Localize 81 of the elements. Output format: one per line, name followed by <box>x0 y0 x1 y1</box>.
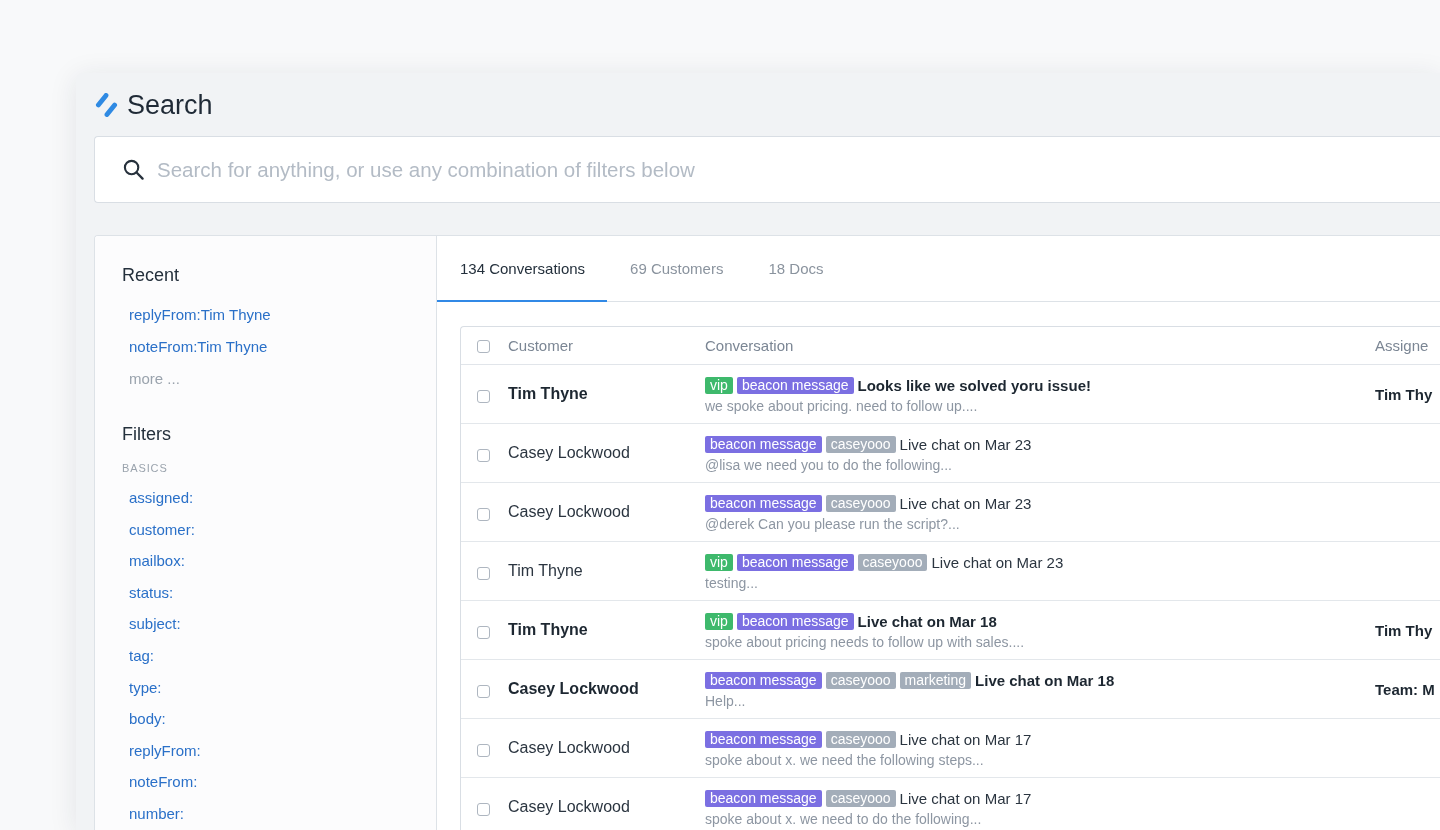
customer-name: Casey Lockwood <box>508 503 630 521</box>
tag: marketing <box>899 671 972 689</box>
row-checkbox[interactable] <box>477 449 490 462</box>
tag: beacon message <box>736 612 854 630</box>
customer-name: Casey Lockwood <box>508 798 630 816</box>
conversation-preview: spoke about x. we need the following steps... <box>705 751 984 769</box>
search-icon <box>123 159 144 180</box>
tag: caseyooo <box>825 730 896 748</box>
row-checkbox[interactable] <box>477 803 490 816</box>
customer-name: Tim Thyne <box>508 562 583 580</box>
row-checkbox[interactable] <box>477 744 490 757</box>
tag: beacon message <box>736 376 854 394</box>
tag: vip <box>705 553 733 571</box>
row-checkbox[interactable] <box>477 390 490 403</box>
tag: vip <box>705 612 733 630</box>
conversation-preview: testing... <box>705 574 758 592</box>
conversation-preview: @derek Can you please run the script?... <box>705 515 960 533</box>
assignee-name: Tim Thy <box>1375 385 1433 403</box>
tag: beacon message <box>705 730 822 748</box>
tag: vip <box>705 376 733 394</box>
row-checkbox[interactable] <box>477 508 490 521</box>
tag: beacon message <box>705 494 822 512</box>
filter-link[interactable]: mailbox: <box>129 545 185 577</box>
tab[interactable]: 69 Customers <box>607 236 746 302</box>
tab[interactable]: 134 Conversations <box>437 236 608 302</box>
filter-group-label: BASICS <box>122 461 168 475</box>
tag: beacon message <box>705 671 822 689</box>
select-all-checkbox[interactable] <box>477 340 490 353</box>
column-header: Customer <box>508 337 574 354</box>
double-slash-logo-icon <box>95 93 118 117</box>
tag: caseyooo <box>825 671 896 689</box>
conversation-preview: we spoke about pricing. need to follow up.... <box>705 397 978 415</box>
tag: caseyooo <box>825 789 896 807</box>
assignee-name: Team: M <box>1375 680 1435 698</box>
conversation-subject[interactable]: Live chat on Mar 17 <box>899 789 1032 807</box>
filter-link[interactable]: number: <box>129 797 185 830</box>
assignee-name: Tim Thy <box>1375 621 1433 639</box>
row-checkbox[interactable] <box>477 685 490 698</box>
filter-link[interactable]: type: <box>129 671 162 704</box>
conversation-subject[interactable]: Live chat on Mar 17 <box>899 730 1032 748</box>
recent-heading: Recent <box>122 264 180 286</box>
customer-name: Casey Lockwood <box>508 739 630 757</box>
conversation-subject[interactable]: Live chat on Mar 23 <box>931 553 1064 571</box>
tag: caseyooo <box>825 435 896 453</box>
conversation-preview: Help... <box>705 692 746 710</box>
customer-name: Casey Lockwood <box>508 680 639 698</box>
row-checkbox[interactable] <box>477 626 490 639</box>
customer-name: Casey Lockwood <box>508 444 630 462</box>
customer-name: Tim Thyne <box>508 385 588 403</box>
filters-heading: Filters <box>122 423 171 445</box>
filter-link[interactable]: assigned: <box>129 482 194 514</box>
column-header: Assigne <box>1375 337 1429 354</box>
filter-link[interactable]: replyFrom: <box>129 734 201 767</box>
more-link[interactable]: more ... <box>129 363 180 395</box>
conversation-preview: spoke about pricing needs to follow up with sales.... <box>705 633 1025 651</box>
search-field[interactable]: Search for anything, or use any combination of filters below <box>94 136 1440 203</box>
tab[interactable]: 18 Docs <box>745 236 846 302</box>
tag: beacon message <box>736 553 854 571</box>
recent-search-link[interactable]: replyFrom:Tim Thyne <box>129 299 271 331</box>
recent-search-link[interactable]: noteFrom:Tim Thyne <box>129 331 268 363</box>
conversation-subject[interactable]: Looks like we solved yoru issue! <box>857 376 1091 394</box>
filter-link[interactable]: subject: <box>129 608 181 640</box>
conversation-subject[interactable]: Live chat on Mar 23 <box>899 435 1032 453</box>
filter-link[interactable]: body: <box>129 703 166 735</box>
filter-link[interactable]: noteFrom: <box>129 766 198 798</box>
filter-link[interactable]: status: <box>129 576 174 609</box>
column-header: Conversation <box>705 337 794 354</box>
conversation-subject[interactable]: Live chat on Mar 23 <box>899 494 1032 512</box>
row-checkbox[interactable] <box>477 567 490 580</box>
tag: beacon message <box>705 789 822 807</box>
conversation-preview: spoke about x. we need to do the following... <box>705 810 982 828</box>
window-title: Search <box>127 91 213 119</box>
filter-link[interactable]: customer: <box>129 513 195 546</box>
customer-name: Tim Thyne <box>508 621 588 639</box>
conversation-preview: @lisa we need you to do the following... <box>705 456 952 474</box>
conversation-subject[interactable]: Live chat on Mar 18 <box>857 612 997 630</box>
tag: caseyooo <box>857 553 928 571</box>
conversation-subject[interactable]: Live chat on Mar 18 <box>975 671 1115 689</box>
filter-link[interactable]: tag: <box>129 639 155 672</box>
tag: beacon message <box>705 435 822 453</box>
tag: caseyooo <box>825 494 896 512</box>
